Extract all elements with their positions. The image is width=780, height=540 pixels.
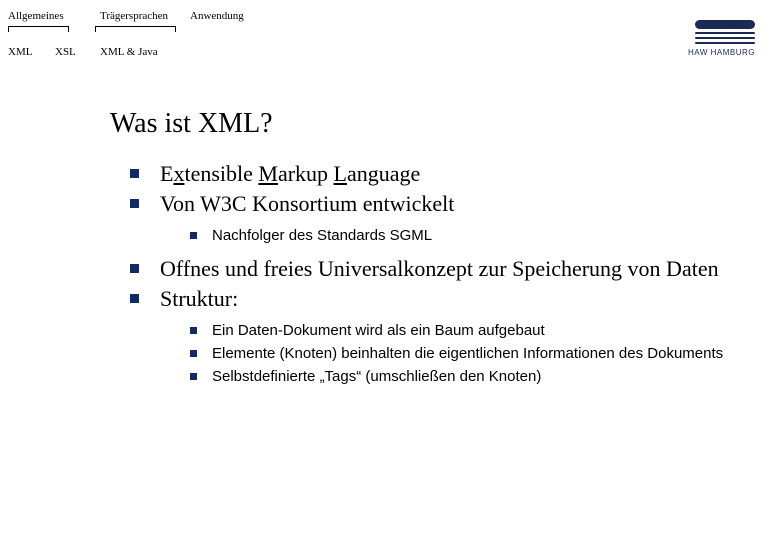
sub-bullet-list: Nachfolger des Standards SGML — [190, 226, 730, 246]
logo-bars — [688, 20, 755, 44]
sub-bullet-list: Ein Daten-Dokument wird als ein Baum auf… — [190, 321, 730, 388]
slide: Allgemeines Trägersprachen Anwendung XML… — [0, 0, 780, 540]
logo-haw-hamburg: HAW HAMBURG — [688, 20, 755, 57]
logo-caption: HAW HAMBURG — [688, 48, 755, 57]
nav-r1-c1: Allgemeines — [8, 10, 64, 22]
tab-line — [95, 26, 175, 27]
sub-bullet-item: Elemente (Knoten) beinhalten die eigentl… — [190, 344, 730, 364]
logo-bar — [695, 37, 755, 39]
tab-tick — [8, 26, 9, 32]
text: Elemente (Knoten) beinhalten die eigentl… — [212, 345, 723, 362]
text: Nachfolger des Standards SGML — [212, 227, 432, 244]
logo-bar — [695, 42, 755, 44]
nav-r2-c2: XSL — [55, 46, 76, 58]
sub-bullet-item: Ein Daten-Dokument wird als ein Baum auf… — [190, 321, 730, 341]
text: arkup — [278, 161, 334, 186]
text: Offnes und freies Universalkonzept zur S… — [160, 256, 719, 281]
bullet-item: Extensible Markup Language — [130, 160, 730, 188]
tab-tick — [68, 26, 69, 32]
tab-line — [8, 26, 68, 27]
text: Von W3C Konsortium entwickelt — [160, 191, 454, 216]
bullet-item: Offnes und freies Universalkonzept zur S… — [130, 255, 730, 283]
underline: x — [173, 161, 184, 186]
nav-r2-c1: XML — [8, 46, 32, 58]
bullet-item: Struktur: Ein Daten-Dokument wird als ei… — [130, 285, 730, 388]
slide-title: Was ist XML? — [110, 108, 273, 140]
bullet-item: Von W3C Konsortium entwickelt Nachfolger… — [130, 190, 730, 246]
sub-bullet-item: Nachfolger des Standards SGML — [190, 226, 730, 246]
nav-r1-c3: Anwendung — [190, 10, 244, 22]
text: E — [160, 161, 173, 186]
nav-r1-c2: Trägersprachen — [100, 10, 168, 22]
text: tensible — [184, 161, 258, 186]
tab-tick — [175, 26, 176, 32]
text: Selbstdefinierte „Tags“ (umschließen den… — [212, 368, 541, 385]
logo-bar — [695, 20, 755, 29]
text: Ein Daten-Dokument wird als ein Baum auf… — [212, 322, 545, 339]
nav-r2-c3: XML & Java — [100, 46, 158, 58]
tab-tick — [95, 26, 96, 32]
underline: L — [334, 161, 347, 186]
bullet-list: Extensible Markup Language Von W3C Konso… — [130, 160, 730, 396]
underline: M — [258, 161, 278, 186]
logo-bar — [695, 32, 755, 34]
text: anguage — [347, 161, 420, 186]
text: Struktur: — [160, 286, 238, 311]
sub-bullet-item: Selbstdefinierte „Tags“ (umschließen den… — [190, 367, 730, 387]
